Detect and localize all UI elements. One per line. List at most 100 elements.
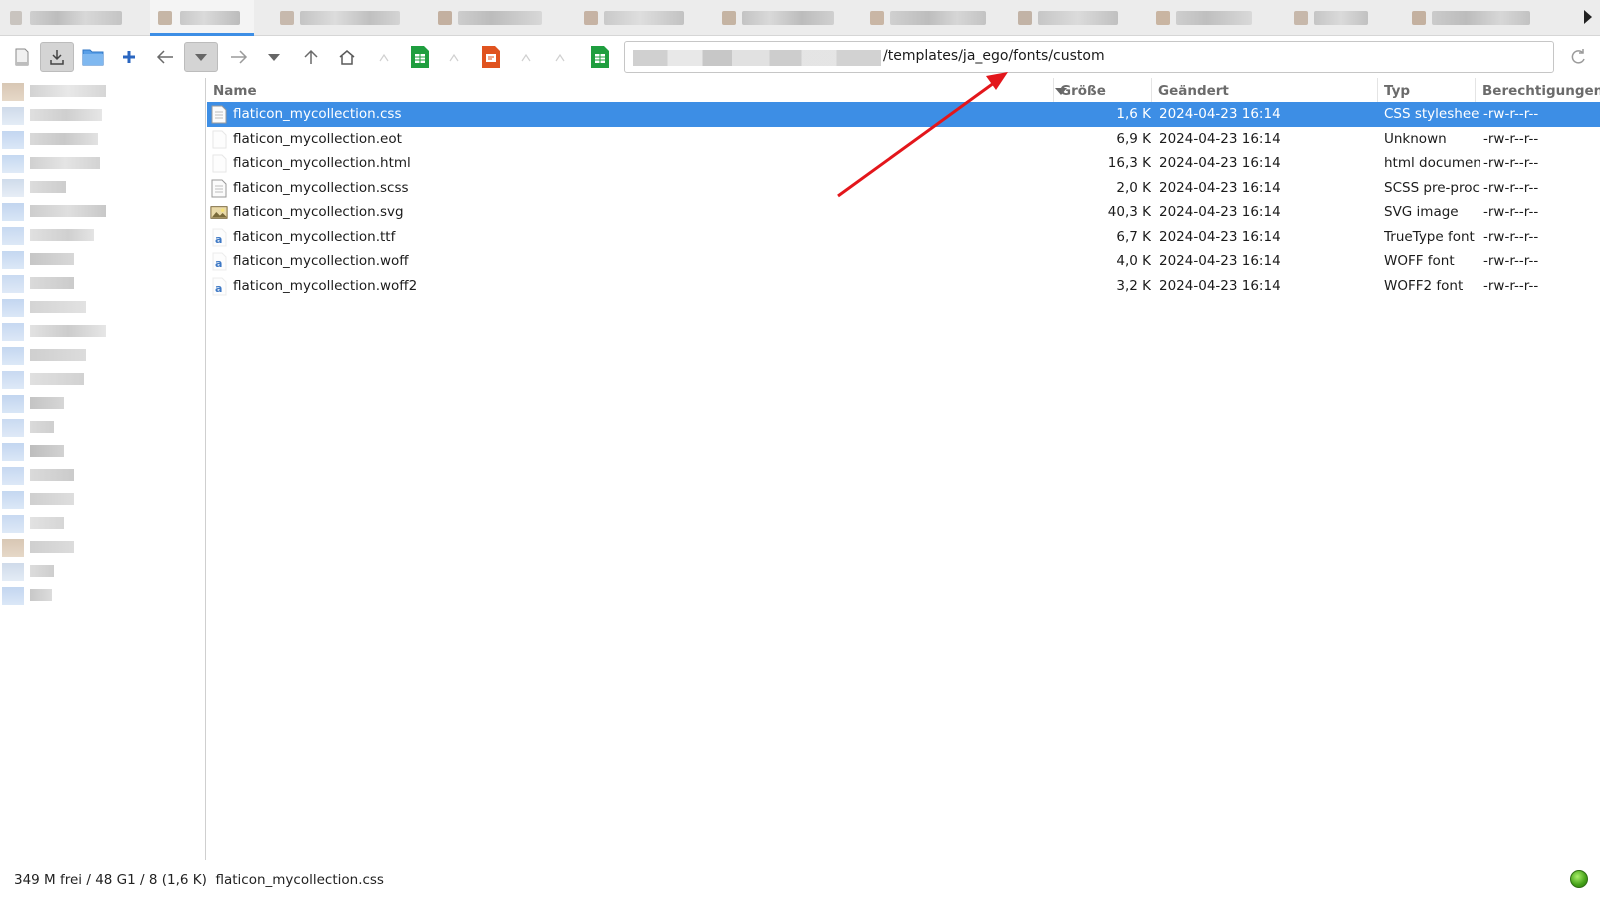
- back-arrow-icon: [156, 50, 173, 64]
- tab[interactable]: [1150, 0, 1280, 36]
- add-button[interactable]: [112, 42, 146, 72]
- new-tab-button[interactable]: [5, 42, 39, 72]
- file-row[interactable]: flaticon_mycollection.html 16,3 K 2024-0…: [207, 151, 1600, 176]
- tab-active[interactable]: [150, 0, 254, 36]
- tab[interactable]: [272, 0, 412, 36]
- home-button[interactable]: [330, 42, 364, 72]
- blank-file-icon: [212, 154, 227, 173]
- forward-history-button[interactable]: [257, 42, 291, 72]
- tab[interactable]: [716, 0, 856, 36]
- svg-text:a: a: [215, 282, 222, 295]
- separator-icon: [438, 42, 472, 72]
- reload-icon[interactable]: [1568, 47, 1588, 67]
- file-modified: 2024-04-23 16:14: [1159, 106, 1281, 122]
- folder-icon: [82, 49, 104, 66]
- file-modified: 2024-04-23 16:14: [1159, 228, 1281, 245]
- document-icon: [15, 48, 29, 66]
- download-button[interactable]: [40, 42, 74, 72]
- file-permissions: -rw-r--r--: [1483, 228, 1539, 245]
- status-bar: 349 M frei / 48 G1 / 8 (1,6 K) flaticon_…: [0, 860, 1600, 900]
- file-size: 3,2 K: [1116, 277, 1151, 294]
- plus-icon: [123, 51, 135, 63]
- back-history-button[interactable]: [184, 42, 218, 72]
- file-row[interactable]: a flaticon_mycollection.ttf 6,7 K 2024-0…: [207, 225, 1600, 250]
- column-permissions[interactable]: Berechtigungen: [1475, 78, 1600, 104]
- tab[interactable]: [430, 0, 570, 36]
- file-type: WOFF2 font: [1384, 277, 1464, 294]
- file-size: 6,7 K: [1116, 228, 1151, 245]
- address-path: /templates/ja_ego/fonts/custom: [883, 48, 1105, 64]
- blank-file-icon: [212, 130, 227, 148]
- presentation-icon: [482, 46, 500, 68]
- file-permissions: -rw-r--r--: [1483, 130, 1539, 147]
- download-icon: [50, 50, 64, 65]
- tab[interactable]: [578, 0, 708, 36]
- file-modified: 2024-04-23 16:14: [1159, 253, 1281, 269]
- file-permissions: -rw-r--r--: [1483, 204, 1539, 220]
- column-size[interactable]: Größe: [1053, 78, 1151, 104]
- chevron-down-icon: [268, 54, 280, 61]
- sidebar: [0, 78, 206, 860]
- svg-text:a: a: [215, 233, 222, 246]
- tab[interactable]: [864, 0, 1004, 36]
- scroll-right-icon[interactable]: [1584, 10, 1592, 24]
- font-icon: a: [212, 228, 227, 246]
- column-type[interactable]: Typ: [1377, 78, 1475, 104]
- file-type: WOFF font: [1384, 253, 1455, 269]
- spreadsheet-app-button[interactable]: [403, 42, 437, 72]
- file-name: flaticon_mycollection.html: [233, 155, 411, 171]
- file-type: SVG image: [1384, 204, 1459, 220]
- file-row[interactable]: a flaticon_mycollection.woff2 3,2 K 2024…: [207, 274, 1600, 299]
- file-name: flaticon_mycollection.scss: [233, 179, 409, 196]
- chevron-down-icon: [195, 54, 207, 61]
- tab[interactable]: [1012, 0, 1142, 36]
- open-folder-button[interactable]: [76, 42, 110, 72]
- file-type: html document: [1384, 155, 1480, 171]
- file-row[interactable]: flaticon_mycollection.css 1,6 K 2024-04-…: [207, 102, 1600, 127]
- file-name: flaticon_mycollection.woff: [233, 253, 409, 269]
- tab[interactable]: [0, 0, 140, 36]
- status-summary: 349 M frei / 48 G1 / 8 (1,6 K): [14, 872, 207, 888]
- file-size: 40,3 K: [1107, 204, 1151, 220]
- file-row[interactable]: flaticon_mycollection.eot 6,9 K 2024-04-…: [207, 127, 1600, 152]
- file-modified: 2024-04-23 16:14: [1159, 179, 1281, 196]
- file-type: TrueType font: [1384, 228, 1475, 245]
- status-selected-file: flaticon_mycollection.css: [215, 872, 384, 888]
- file-row[interactable]: flaticon_mycollection.svg 40,3 K 2024-04…: [207, 200, 1600, 225]
- file-modified: 2024-04-23 16:14: [1159, 130, 1281, 147]
- address-bar[interactable]: /templates/ja_ego/fonts/custom: [624, 41, 1554, 73]
- spreadsheet-icon: [591, 46, 609, 68]
- up-button[interactable]: [294, 42, 328, 72]
- tab[interactable]: [1406, 0, 1536, 36]
- file-row[interactable]: flaticon_mycollection.scss 2,0 K 2024-04…: [207, 176, 1600, 201]
- column-name[interactable]: Name: [207, 78, 1053, 104]
- calc-app-button[interactable]: [583, 42, 617, 72]
- file-name: flaticon_mycollection.woff2: [233, 277, 418, 294]
- separator-icon: [510, 42, 544, 72]
- file-name: flaticon_mycollection.eot: [233, 130, 402, 147]
- file-name: flaticon_mycollection.css: [233, 106, 402, 122]
- status-indicator-icon: [1570, 870, 1588, 888]
- separator-icon: [368, 42, 402, 72]
- file-size: 2,0 K: [1116, 179, 1151, 196]
- file-name: flaticon_mycollection.svg: [233, 204, 404, 220]
- presentation-app-button[interactable]: [474, 42, 508, 72]
- file-modified: 2024-04-23 16:14: [1159, 277, 1281, 294]
- forward-arrow-icon: [231, 50, 248, 64]
- font-icon: a: [212, 252, 227, 271]
- spreadsheet-icon: [411, 46, 429, 68]
- separator-icon: [544, 42, 578, 72]
- address-path-redacted: [633, 50, 881, 66]
- text-document-icon: [211, 105, 227, 124]
- file-modified: 2024-04-23 16:14: [1159, 155, 1281, 171]
- forward-button[interactable]: [222, 42, 256, 72]
- tab[interactable]: [1288, 0, 1398, 36]
- back-button[interactable]: [148, 42, 182, 72]
- svg-text:a: a: [215, 257, 222, 270]
- column-modified[interactable]: Geändert: [1151, 78, 1377, 104]
- home-icon: [339, 50, 355, 65]
- file-permissions: -rw-r--r--: [1483, 106, 1539, 122]
- tab-bar: [0, 0, 1600, 36]
- file-row[interactable]: a flaticon_mycollection.woff 4,0 K 2024-…: [207, 249, 1600, 274]
- file-permissions: -rw-r--r--: [1483, 179, 1539, 196]
